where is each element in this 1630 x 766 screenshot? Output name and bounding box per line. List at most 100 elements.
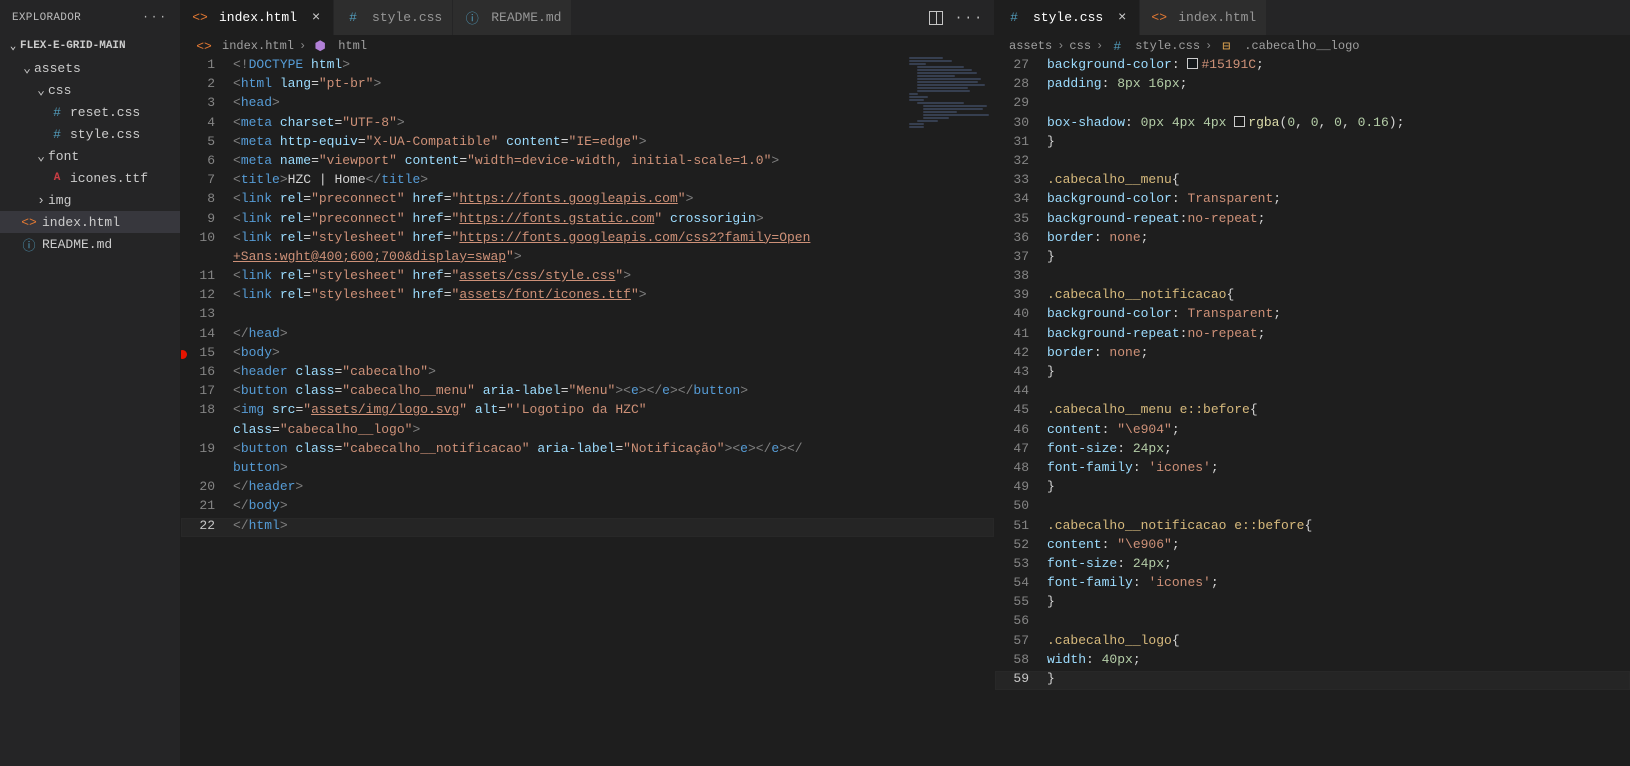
editor-pane-right: #style.css×<>index.html assets›css›#styl… xyxy=(995,0,1630,766)
code-line[interactable]: 55 } xyxy=(995,594,1630,613)
code-line[interactable]: 7 <title>HZC | Home</title> xyxy=(181,172,994,191)
code-line[interactable]: 42 border: none; xyxy=(995,345,1630,364)
code-line[interactable]: 29 xyxy=(995,95,1630,114)
code-line[interactable]: class="cabecalho__logo"> xyxy=(181,422,994,441)
code-line[interactable]: 59 } xyxy=(995,671,1630,690)
tree-folder[interactable]: ⌄css xyxy=(0,79,180,101)
code-line[interactable]: 16 <header class="cabecalho"> xyxy=(181,364,994,383)
code-line[interactable]: 35 background-repeat:no-repeat; xyxy=(995,211,1630,230)
code-line[interactable]: 2<html lang="pt-br"> xyxy=(181,76,994,95)
breadcrumb-item[interactable]: assets xyxy=(1009,39,1052,53)
tree-file[interactable]: #style.css xyxy=(0,123,180,145)
code-line[interactable]: 45 .cabecalho__menu e::before{ xyxy=(995,402,1630,421)
code-line[interactable]: 11 <link rel="stylesheet" href="assets/c… xyxy=(181,268,994,287)
code-line[interactable]: 20 </header> xyxy=(181,479,994,498)
line-number: 19 xyxy=(181,441,233,460)
breadcrumb-left[interactable]: <>index.html›⬢html xyxy=(181,35,994,57)
code-line[interactable]: 57 .cabecalho__logo{ xyxy=(995,633,1630,652)
code-line[interactable]: 39 .cabecalho__notificacao{ xyxy=(995,287,1630,306)
code-content: <meta http-equiv="X-UA-Compatible" conte… xyxy=(233,134,994,153)
tree-file[interactable]: <>index.html xyxy=(0,211,180,233)
code-content: <meta name="viewport" content="width=dev… xyxy=(233,153,994,172)
tab-actions-left: ··· xyxy=(919,0,994,35)
code-line[interactable]: 14</head> xyxy=(181,326,994,345)
code-line[interactable]: 4 <meta charset="UTF-8"> xyxy=(181,115,994,134)
explorer-more-icon[interactable]: ··· xyxy=(142,12,168,24)
tab[interactable]: #style.css xyxy=(334,0,453,35)
code-area-left[interactable]: 1<!DOCTYPE html>2<html lang="pt-br">3<he… xyxy=(181,57,994,766)
code-line[interactable]: 6 <meta name="viewport" content="width=d… xyxy=(181,153,994,172)
code-line[interactable]: 52 content: "\e906"; xyxy=(995,537,1630,556)
code-content: <link rel="stylesheet" href="assets/font… xyxy=(233,287,994,306)
code-content: content: "\e906"; xyxy=(1047,537,1630,556)
code-line[interactable]: 53 font-size: 24px; xyxy=(995,556,1630,575)
project-root[interactable]: ⌄ FLEX-E-GRID-MAIN xyxy=(0,35,180,57)
code-line[interactable]: 37 } xyxy=(995,249,1630,268)
code-line[interactable]: 33 .cabecalho__menu{ xyxy=(995,172,1630,191)
tab[interactable]: <>index.html xyxy=(1140,0,1267,35)
breadcrumb-item[interactable]: index.html xyxy=(222,39,294,53)
code-line[interactable]: 51 .cabecalho__notificacao e::before{ xyxy=(995,518,1630,537)
code-line[interactable]: 30 box-shadow: 0px 4px 4px rgba(0, 0, 0,… xyxy=(995,115,1630,134)
code-line[interactable]: 8 <link rel="preconnect" href="https://f… xyxy=(181,191,994,210)
tab[interactable]: ⓘREADME.md xyxy=(453,0,572,35)
code-line[interactable]: 13 xyxy=(181,306,994,325)
code-line[interactable]: 32 xyxy=(995,153,1630,172)
code-line[interactable]: 44 xyxy=(995,383,1630,402)
code-line[interactable]: 18 <img src="assets/img/logo.svg" alt="'… xyxy=(181,402,994,421)
code-line[interactable]: 36 border: none; xyxy=(995,230,1630,249)
breadcrumb-item[interactable]: .cabecalho__logo xyxy=(1244,39,1359,53)
code-line[interactable]: 34 background-color: Transparent; xyxy=(995,191,1630,210)
code-area-right[interactable]: 27 background-color: #15191C;28 padding:… xyxy=(995,57,1630,766)
code-line[interactable]: 22</html> xyxy=(181,518,994,537)
code-line[interactable]: 58 width: 40px; xyxy=(995,652,1630,671)
breakpoint-icon[interactable] xyxy=(181,350,187,359)
breadcrumb-item[interactable]: style.css xyxy=(1135,39,1200,53)
code-line[interactable]: 43 } xyxy=(995,364,1630,383)
split-editor-icon[interactable] xyxy=(929,11,943,25)
code-line[interactable]: 21</body> xyxy=(181,498,994,517)
code-line[interactable]: 50 xyxy=(995,498,1630,517)
code-content: } xyxy=(1047,249,1630,268)
code-line[interactable]: 28 padding: 8px 16px; xyxy=(995,76,1630,95)
breadcrumb-right[interactable]: assets›css›#style.css›⊟.cabecalho__logo xyxy=(995,35,1630,57)
code-line[interactable]: 47 font-size: 24px; xyxy=(995,441,1630,460)
code-line[interactable]: 41 background-repeat:no-repeat; xyxy=(995,326,1630,345)
breadcrumb-item[interactable]: html xyxy=(338,39,367,53)
tree-file[interactable]: #reset.css xyxy=(0,101,180,123)
tree-folder[interactable]: ⌄assets xyxy=(0,57,180,79)
code-line[interactable]: 40 background-color: Transparent; xyxy=(995,306,1630,325)
tree-folder[interactable]: ⌄font xyxy=(0,145,180,167)
close-icon[interactable]: × xyxy=(1115,10,1129,26)
code-line[interactable]: 56 xyxy=(995,613,1630,632)
info-icon: ⓘ xyxy=(20,235,38,254)
code-line[interactable]: +Sans:wght@400;600;700&display=swap"> xyxy=(181,249,994,268)
code-line[interactable]: 12 <link rel="stylesheet" href="assets/f… xyxy=(181,287,994,306)
code-line[interactable]: 27 background-color: #15191C; xyxy=(995,57,1630,76)
code-line[interactable]: 3<head> xyxy=(181,95,994,114)
code-line[interactable]: 46 content: "\e904"; xyxy=(995,422,1630,441)
tree-folder[interactable]: ›img xyxy=(0,189,180,211)
tree-file[interactable]: ⓘREADME.md xyxy=(0,233,180,255)
css-icon: # xyxy=(344,10,362,25)
tree-file[interactable]: Aicones.ttf xyxy=(0,167,180,189)
line-number: 31 xyxy=(995,134,1047,153)
breadcrumb-item[interactable]: css xyxy=(1069,39,1091,53)
code-line[interactable]: 9 <link rel="preconnect" href="https://f… xyxy=(181,211,994,230)
code-line[interactable]: 10 <link rel="stylesheet" href="https://… xyxy=(181,230,994,249)
code-line[interactable]: 17 <button class="cabecalho__menu" aria-… xyxy=(181,383,994,402)
code-line[interactable]: 49 } xyxy=(995,479,1630,498)
code-line[interactable]: 31 } xyxy=(995,134,1630,153)
code-line[interactable]: 19 <button class="cabecalho__notificacao… xyxy=(181,441,994,460)
editor-more-icon[interactable]: ··· xyxy=(955,10,984,25)
tab[interactable]: #style.css× xyxy=(995,0,1140,35)
code-line[interactable]: 38 xyxy=(995,268,1630,287)
code-line[interactable]: 54 font-family: 'icones'; xyxy=(995,575,1630,594)
code-line[interactable]: 5 <meta http-equiv="X-UA-Compatible" con… xyxy=(181,134,994,153)
code-line[interactable]: 48 font-family: 'icones'; xyxy=(995,460,1630,479)
code-line[interactable]: 15<body> xyxy=(181,345,994,364)
tab[interactable]: <>index.html× xyxy=(181,0,334,35)
code-line[interactable]: button> xyxy=(181,460,994,479)
close-icon[interactable]: × xyxy=(309,10,323,26)
code-line[interactable]: 1<!DOCTYPE html> xyxy=(181,57,994,76)
